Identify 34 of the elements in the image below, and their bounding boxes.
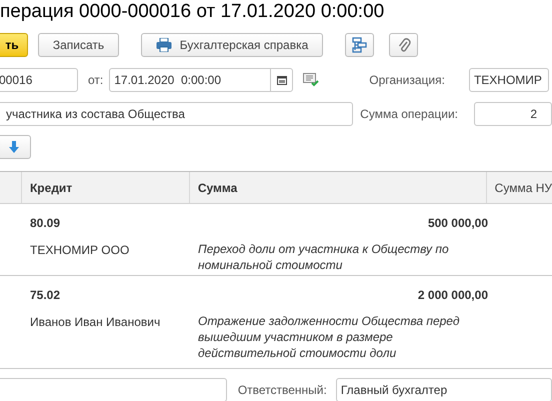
table-cell-text: ТЕХНОМИР ООО (30, 242, 130, 259)
post-button[interactable]: ть (0, 33, 28, 57)
table-cell-text: Переход доли от участника к Обществу по номинальной стоимости (198, 241, 450, 273)
column-header: Кредит (22, 172, 190, 203)
structure-icon (352, 37, 368, 53)
calendar-icon[interactable] (276, 75, 287, 85)
responsible-label: Ответственный: (238, 382, 327, 399)
save-button[interactable]: Записать (38, 33, 119, 57)
table-cell-text: 80.09 (30, 215, 60, 230)
table-cell: Отражение задолженности Общества перед вышедшим участником в размере действительной стоимости доли (198, 313, 460, 361)
move-down-button[interactable] (0, 135, 31, 159)
date-field[interactable]: 17.01.2020 0:00:00 (109, 68, 294, 92)
paperclip-icon (396, 37, 410, 53)
content-field[interactable]: участника из состава Общества (0, 102, 354, 126)
table-cell-text: 2 000 000,00 (418, 287, 488, 302)
amount-label: Сумма операции: (360, 106, 458, 123)
comment-field[interactable] (0, 378, 227, 401)
attach-button[interactable] (389, 33, 418, 57)
table-cell-text: 75.02 (30, 287, 60, 302)
table-cell-text: 500 000,00 (428, 215, 488, 230)
organization-field[interactable]: ТЕХНОМИР (468, 68, 549, 92)
print-report-button[interactable]: Бухгалтерская справка (141, 33, 323, 57)
document-check-icon[interactable] (303, 73, 320, 87)
column-header: Сумма НУ (494, 180, 552, 196)
date-label: от: (88, 72, 104, 89)
arrow-down-icon (8, 141, 18, 153)
printer-icon (156, 38, 172, 52)
amount-field[interactable]: 2 (474, 102, 552, 126)
window-title: перация 0000-000016 от 17.01.2020 0:00:00 (0, 0, 386, 24)
column-header: Сумма (190, 172, 487, 203)
table-cell-text: Иванов Иван Иванович (30, 314, 160, 331)
organization-label: Организация: (369, 72, 445, 89)
structure-button[interactable] (345, 33, 374, 57)
responsible-field[interactable]: Главный бухгалтер (336, 378, 552, 401)
